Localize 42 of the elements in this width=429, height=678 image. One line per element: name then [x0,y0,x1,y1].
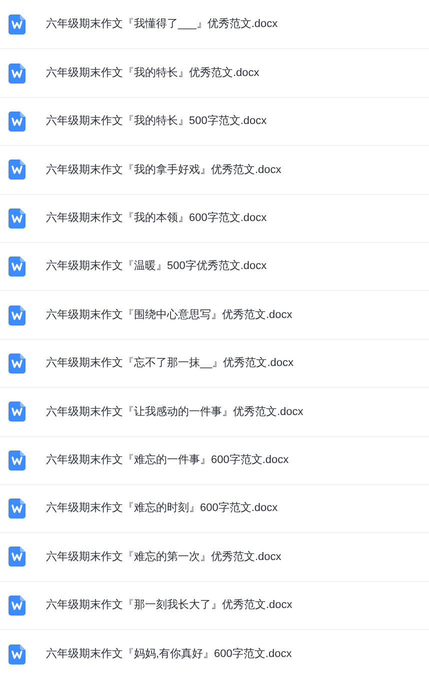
file-row[interactable]: 六年级期末作文『我的拿手好戏』优秀范文.docx [0,146,429,195]
document-icon [8,256,26,278]
file-row[interactable]: 六年级期末作文『温暖』500字优秀范文.docx [0,242,429,292]
document-icon [8,401,26,422]
file-row[interactable]: 六年级期末作文『难忘的时刻』600字范文.docx [0,484,429,534]
file-row[interactable]: 六年级期末作文『那一刻我长大了』优秀范文.docx [0,582,429,630]
file-name: 六年级期末作文『我的特长』优秀范文.docx [46,66,260,81]
file-row[interactable]: 六年级期末作文『难忘的一件事』600字范文.docx [0,436,429,485]
file-name: 六年级期末作文『难忘的第一次』优秀范文.docx [46,550,282,565]
file-row[interactable]: 六年级期末作文『我懂得了___』优秀范文.docx [0,1,429,50]
file-name: 六年级期末作文『我的本领』600字范文.docx [46,210,267,226]
file-row[interactable]: 六年级期末作文『难忘的第一次』优秀范文.docx [0,533,429,582]
file-row[interactable]: 六年级期末作文『我的本领』600字范文.docx [0,194,429,243]
document-icon [8,159,26,180]
file-name: 六年级期末作文『我懂得了___』优秀范文.docx [46,16,278,32]
document-icon [8,14,26,36]
file-row[interactable]: 六年级期末作文『让我感动的一件事』优秀范文.docx [0,388,429,437]
document-icon [8,352,26,374]
file-name: 六年级期末作文『围绕中心意思写』优秀范文.docx [46,308,292,323]
document-icon [8,644,26,665]
file-row[interactable]: 六年级期末作文『围绕中心意思写』优秀范文.docx [0,291,429,340]
file-name: 六年级期末作文『难忘的时刻』600字范文.docx [46,500,278,516]
file-row[interactable]: 六年级期末作文『我的特长』优秀范文.docx [0,49,429,98]
document-icon [8,110,26,132]
file-name: 六年级期末作文『让我感动的一件事』优秀范文.docx [46,404,304,420]
file-name: 六年级期末作文『妈妈,有你真好』600字范文.docx [46,646,292,662]
document-icon [8,546,26,568]
file-name: 六年级期末作文『温暖』500字优秀范文.docx [46,258,267,274]
file-name: 六年级期末作文『我的拿手好戏』优秀范文.docx [46,162,282,178]
file-row[interactable]: 六年级期末作文『忘不了那一抹__』优秀范文.docx [0,340,429,388]
file-name: 六年级期末作文『忘不了那一抹__』优秀范文.docx [46,356,294,372]
file-name: 六年级期末作文『难忘的一件事』600字范文.docx [46,452,289,468]
file-name: 六年级期末作文『我的特长』500字范文.docx [46,114,267,130]
document-icon [8,304,26,326]
file-row[interactable]: 六年级期末作文『我的特长』500字范文.docx [0,98,429,146]
document-icon [8,62,26,84]
document-icon [8,450,26,471]
document-icon [8,594,26,616]
document-icon [8,208,26,229]
file-row[interactable]: 六年级期末作文『妈妈,有你真好』600字范文.docx [0,630,429,678]
file-name: 六年级期末作文『那一刻我长大了』优秀范文.docx [46,598,292,614]
document-icon [8,498,26,520]
